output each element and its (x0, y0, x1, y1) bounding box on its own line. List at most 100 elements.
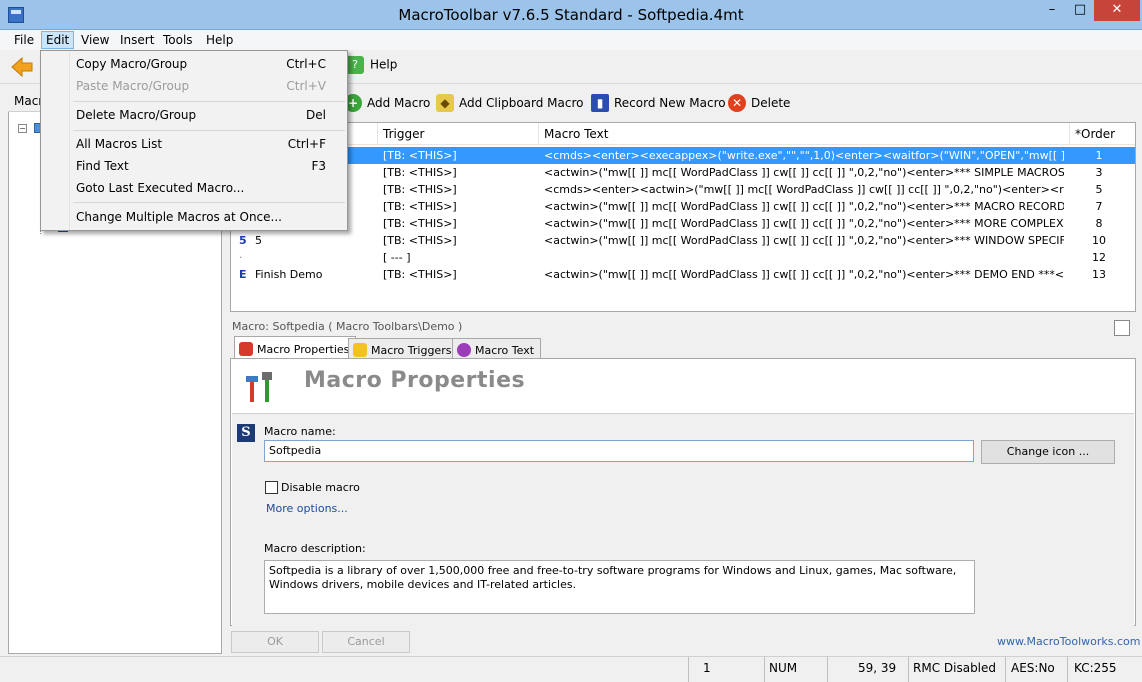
status-num: NUM (769, 661, 798, 675)
more-options-link[interactable]: More options... (266, 502, 348, 515)
maximize-button[interactable]: □ (1066, 0, 1094, 21)
menu-item-label: Copy Macro/Group (76, 57, 188, 71)
ok-button[interactable]: OK (231, 631, 319, 653)
menu-item-shortcut: F3 (311, 159, 326, 173)
row-macro-text: <actwin>("mw[[ ]] mc[[ WordPadClass ]] c… (544, 234, 1064, 247)
menu-help[interactable]: Help (202, 32, 237, 48)
menu-item-copy-macro[interactable]: Copy Macro/Group Ctrl+C (42, 53, 346, 75)
help-toolbar-label: Help (370, 57, 398, 72)
record-new-macro-label: Record New Macro (614, 96, 726, 110)
menu-separator (73, 130, 345, 131)
tab-macro-properties-label: Macro Properties (257, 342, 350, 356)
menu-item-label: Goto Last Executed Macro... (76, 181, 245, 195)
menu-file[interactable]: File (10, 32, 38, 48)
description-line: Windows drivers, mobile devices and IT-r… (269, 578, 577, 591)
disable-macro-checkbox[interactable] (265, 481, 278, 494)
table-row[interactable]: E Finish Demo [TB: <THIS>] <actwin>("mw[[… (231, 266, 1135, 283)
status-aes: AES:No (1011, 661, 1055, 675)
row-name: Finish Demo (255, 268, 323, 281)
macro-toolbar: + Add Macro ◆ Add Clipboard Macro ▮ Record … (230, 90, 1142, 116)
change-icon-button[interactable]: Change icon ... (981, 440, 1115, 464)
menu-item-find-text[interactable]: Find Text F3 (42, 155, 346, 177)
header-macro-text[interactable]: Macro Text (544, 127, 608, 141)
row-trigger: [TB: <THIS>] (383, 200, 457, 213)
row-trigger: [TB: <THIS>] (383, 166, 457, 179)
add-clipboard-macro-button[interactable]: ◆ Add Clipboard Macro (436, 94, 584, 112)
tab-macro-properties[interactable]: Macro Properties (234, 336, 357, 358)
row-trigger: [TB: <THIS>] (383, 217, 457, 230)
header-separator (1069, 123, 1070, 145)
row-trigger: [ --- ] (383, 251, 411, 264)
add-macro-button[interactable]: + Add Macro (344, 94, 430, 112)
edit-menu-dropdown: Copy Macro/Group Ctrl+C Paste Macro/Grou… (40, 50, 348, 231)
macro-name-label: Macro name: (264, 425, 336, 438)
delete-icon: ✕ (728, 94, 746, 112)
header-order[interactable]: *Order (1075, 127, 1115, 141)
menu-item-label: Paste Macro/Group (76, 79, 190, 93)
menu-item-change-multiple-macros[interactable]: Change Multiple Macros at Once... (42, 206, 346, 228)
menu-item-shortcut: Ctrl+C (286, 57, 326, 71)
table-row[interactable]: [TB: <THIS>] <cmds><enter><actwin>("mw[[… (231, 181, 1135, 198)
table-row[interactable]: [TB: <THIS>] <actwin>("mw[[ ]] mc[[ Word… (231, 215, 1135, 232)
add-macro-label: Add Macro (367, 96, 431, 110)
table-row[interactable]: · [ --- ] 12 (231, 249, 1135, 266)
macrotoolworks-link[interactable]: www.MacroToolworks.com (997, 635, 1140, 648)
close-button[interactable]: ✕ (1094, 0, 1140, 21)
title-bar: MacroToolbar v7.6.5 Standard - Softpedia… (0, 0, 1142, 30)
status-separator (688, 657, 689, 682)
tab-macro-text[interactable]: Macro Text (452, 338, 542, 358)
minimize-button[interactable]: – (1038, 0, 1066, 21)
header-trigger[interactable]: Trigger (383, 127, 424, 141)
menu-item-label: Change Multiple Macros at Once... (76, 210, 282, 224)
menu-item-shortcut: Del (306, 108, 326, 122)
row-macro-text: <cmds><enter><actwin>("mw[[ ]] mc[[ Word… (544, 183, 1064, 196)
table-row[interactable]: 55 [TB: <THIS>] <actwin>("mw[[ ]] mc[[ W… (231, 232, 1135, 249)
table-row[interactable]: [TB: <THIS>] <actwin>("mw[[ ]] mc[[ Word… (231, 164, 1135, 181)
macro-list[interactable]: Trigger Macro Text *Order [TB: <THIS>] <… (230, 122, 1136, 312)
table-row[interactable]: [TB: <THIS>] <actwin>("mw[[ ]] mc[[ Word… (231, 198, 1135, 215)
row-order: 10 (1092, 234, 1106, 247)
cancel-button[interactable]: Cancel (322, 631, 410, 653)
gear-icon (457, 343, 471, 357)
restore-panel-icon[interactable] (1114, 320, 1130, 336)
properties-tabs: Macro Properties Macro Triggers Macro Te… (230, 336, 1136, 358)
help-toolbar-button[interactable]: ? Help (346, 56, 397, 74)
menu-item-delete-macro[interactable]: Delete Macro/Group Del (42, 104, 346, 126)
delete-button[interactable]: ✕ Delete (728, 94, 790, 112)
status-separator (1005, 657, 1006, 682)
menu-view[interactable]: View (77, 32, 113, 48)
header-separator (377, 123, 378, 145)
macro-number-icon: 5 (239, 234, 247, 247)
row-macro-text: <actwin>("mw[[ ]] mc[[ WordPadClass ]] c… (544, 268, 1064, 281)
menu-edit[interactable]: Edit (41, 31, 75, 49)
status-count: 1 (703, 661, 711, 675)
menu-item-goto-last-executed[interactable]: Goto Last Executed Macro... (42, 177, 346, 199)
tree-collapse-icon[interactable]: − (18, 124, 27, 133)
row-trigger: [TB: <THIS>] (383, 234, 457, 247)
properties-title: Macro Properties (304, 368, 526, 393)
menu-item-shortcut: Ctrl+F (287, 137, 326, 151)
menu-tools[interactable]: Tools (159, 32, 197, 48)
back-arrow-icon[interactable] (10, 56, 34, 78)
row-order: 13 (1092, 268, 1106, 281)
properties-tools-icon (239, 342, 253, 356)
row-order: 3 (1095, 166, 1103, 179)
table-row[interactable]: [TB: <THIS>] <cmds><enter><execappex>("w… (231, 147, 1135, 164)
status-separator (827, 657, 828, 682)
status-bar: 1 NUM 59, 39 RMC Disabled AES:No KC:255 (0, 656, 1142, 682)
record-new-macro-button[interactable]: ▮ Record New Macro (591, 94, 726, 112)
menu-item-all-macros-list[interactable]: All Macros List Ctrl+F (42, 133, 346, 155)
menu-item-paste-macro[interactable]: Paste Macro/Group Ctrl+V (42, 75, 346, 97)
macro-name-input[interactable]: Softpedia (264, 440, 974, 462)
row-order: 8 (1095, 217, 1103, 230)
separator-row-icon: · (239, 251, 243, 264)
menu-bar: File Edit View Insert Tools Help (0, 30, 1142, 50)
row-order: 12 (1092, 251, 1106, 264)
macro-description-input[interactable]: Softpedia is a library of over 1,500,000… (264, 560, 975, 614)
tab-macro-triggers[interactable]: Macro Triggers (348, 338, 459, 358)
status-separator (764, 657, 765, 682)
row-macro-text: <actwin>("mw[[ ]] mc[[ WordPadClass ]] c… (544, 217, 1064, 230)
row-order: 7 (1095, 200, 1103, 213)
menu-insert[interactable]: Insert (116, 32, 158, 48)
record-clapper-icon: ▮ (591, 94, 609, 112)
